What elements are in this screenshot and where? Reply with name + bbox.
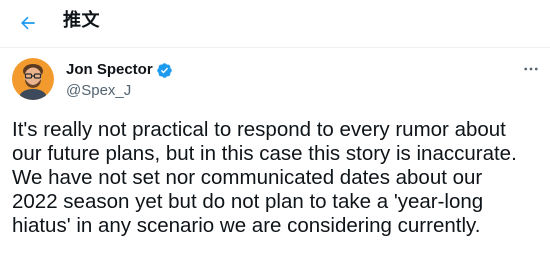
tweet-text-line: We have not set nor communicated dates a… [12,166,483,189]
arrow-left-icon [21,16,35,30]
avatar[interactable] [12,58,54,100]
verified-badge-icon [156,62,172,78]
more-horizontal-icon [524,67,538,71]
author-handle[interactable]: @Spex_J [66,82,131,100]
tweet-text-line: 2022 season yet but do not plan to take … [12,190,484,213]
tweet-text-line: It's really not practical to respond to … [12,118,506,141]
back-button[interactable] [10,5,46,41]
tweet-text: It's really not practical to respond to … [12,118,546,238]
user-avatar-icon [12,58,54,100]
author-name-row: Jon Spector [66,61,173,79]
tweet-text-line: our future plans, but in this case this … [12,142,517,165]
author-name[interactable]: Jon Spector [66,61,153,79]
page-title: 推文 [63,10,100,31]
tweet: Jon Spector @Spex_J It's really not prac… [0,48,550,255]
top-bar: 推文 [0,0,550,48]
more-options-button[interactable] [518,56,544,82]
tweet-text-line: hiatus' in any scenario we are consideri… [12,214,481,237]
